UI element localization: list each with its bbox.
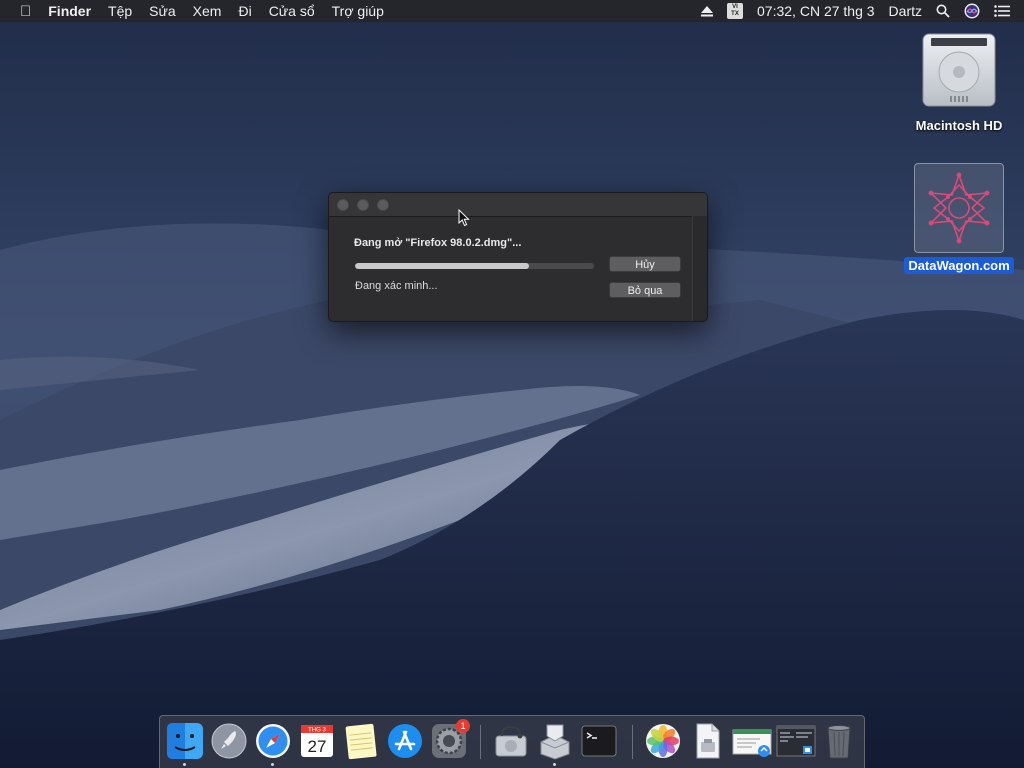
preview-document-icon[interactable]	[688, 722, 726, 760]
dialog-title: Đang mở "Firefox 98.0.2.dmg"...	[354, 237, 522, 249]
dock-separator	[480, 725, 481, 759]
zoom-window-button[interactable]	[377, 199, 389, 211]
spotlight-search-icon[interactable]	[936, 4, 950, 18]
menu-edit[interactable]: Sửa	[149, 3, 176, 19]
photos-icon[interactable]	[644, 722, 682, 760]
input-source-indicator[interactable]: VI TX	[727, 3, 744, 19]
apple-icon[interactable]: 	[20, 3, 31, 20]
running-indicator	[553, 763, 556, 766]
dialog-titlebar[interactable]	[329, 193, 707, 217]
desktop-icon-label: Macintosh HD	[915, 118, 1003, 133]
menu-view[interactable]: Xem	[193, 3, 222, 19]
skip-button[interactable]: Bỏ qua	[609, 282, 681, 298]
verification-progress-bar	[355, 263, 594, 269]
menu-help[interactable]: Trợ giúp	[332, 3, 384, 19]
cancel-button[interactable]: Hủy	[609, 256, 681, 272]
minimize-window-button[interactable]	[357, 199, 369, 211]
desktop-icon-datawagon[interactable]: DataWagon.com	[904, 163, 1014, 274]
installer-icon[interactable]	[536, 722, 574, 760]
menu-user[interactable]: Dartz	[889, 3, 922, 19]
svg-text:THG 3: THG 3	[308, 728, 326, 734]
terminal-icon[interactable]	[580, 722, 618, 760]
finder-icon[interactable]	[166, 722, 204, 760]
trash-icon[interactable]	[820, 722, 858, 760]
close-window-button[interactable]	[337, 199, 349, 211]
hard-drive-icon	[922, 33, 996, 107]
dialog-scrollbar[interactable]	[692, 216, 707, 321]
launchpad-icon[interactable]	[210, 722, 248, 760]
menu-app-name[interactable]: Finder	[48, 3, 91, 19]
screenshot-thumbnail-icon[interactable]	[776, 722, 816, 760]
progress-fill	[355, 263, 530, 269]
siri-icon[interactable]	[964, 3, 980, 19]
notification-badge: 1	[456, 719, 470, 733]
dock-separator	[632, 725, 633, 759]
menu-go[interactable]: Đi	[238, 3, 251, 19]
system-preferences-icon[interactable]: 1	[430, 719, 470, 760]
dock: THG 3 27 1	[159, 715, 865, 768]
running-indicator	[271, 763, 274, 766]
mouse-pointer-icon	[458, 209, 470, 227]
menu-file[interactable]: Tệp	[108, 3, 132, 19]
app-store-icon[interactable]	[386, 722, 424, 760]
menu-bar:  Finder Tệp Sửa Xem Đi Cửa sổ Trợ giúp …	[0, 0, 1024, 22]
opening-file-dialog: Đang mở "Firefox 98.0.2.dmg"... Đang xác…	[328, 192, 708, 322]
svg-text:27: 27	[308, 737, 327, 756]
datawagon-image-icon	[914, 163, 1004, 253]
notification-center-icon[interactable]	[994, 5, 1010, 17]
menu-window[interactable]: Cửa sổ	[269, 3, 315, 19]
certificate-document-icon[interactable]	[732, 722, 772, 760]
disk-utility-icon[interactable]	[492, 722, 530, 760]
eject-icon[interactable]	[701, 5, 714, 17]
dialog-status-text: Đang xác minh...	[355, 280, 438, 292]
calendar-icon[interactable]: THG 3 27	[298, 722, 336, 760]
desktop-icon-macintosh-hd[interactable]: Macintosh HD	[906, 30, 1012, 134]
notes-icon[interactable]	[342, 722, 380, 760]
menu-clock[interactable]: 07:32, CN 27 thg 3	[757, 3, 875, 19]
safari-icon[interactable]	[254, 722, 292, 760]
desktop-icon-label: DataWagon.com	[904, 257, 1014, 274]
running-indicator	[183, 763, 186, 766]
desktop-wallpaper	[0, 0, 1024, 768]
